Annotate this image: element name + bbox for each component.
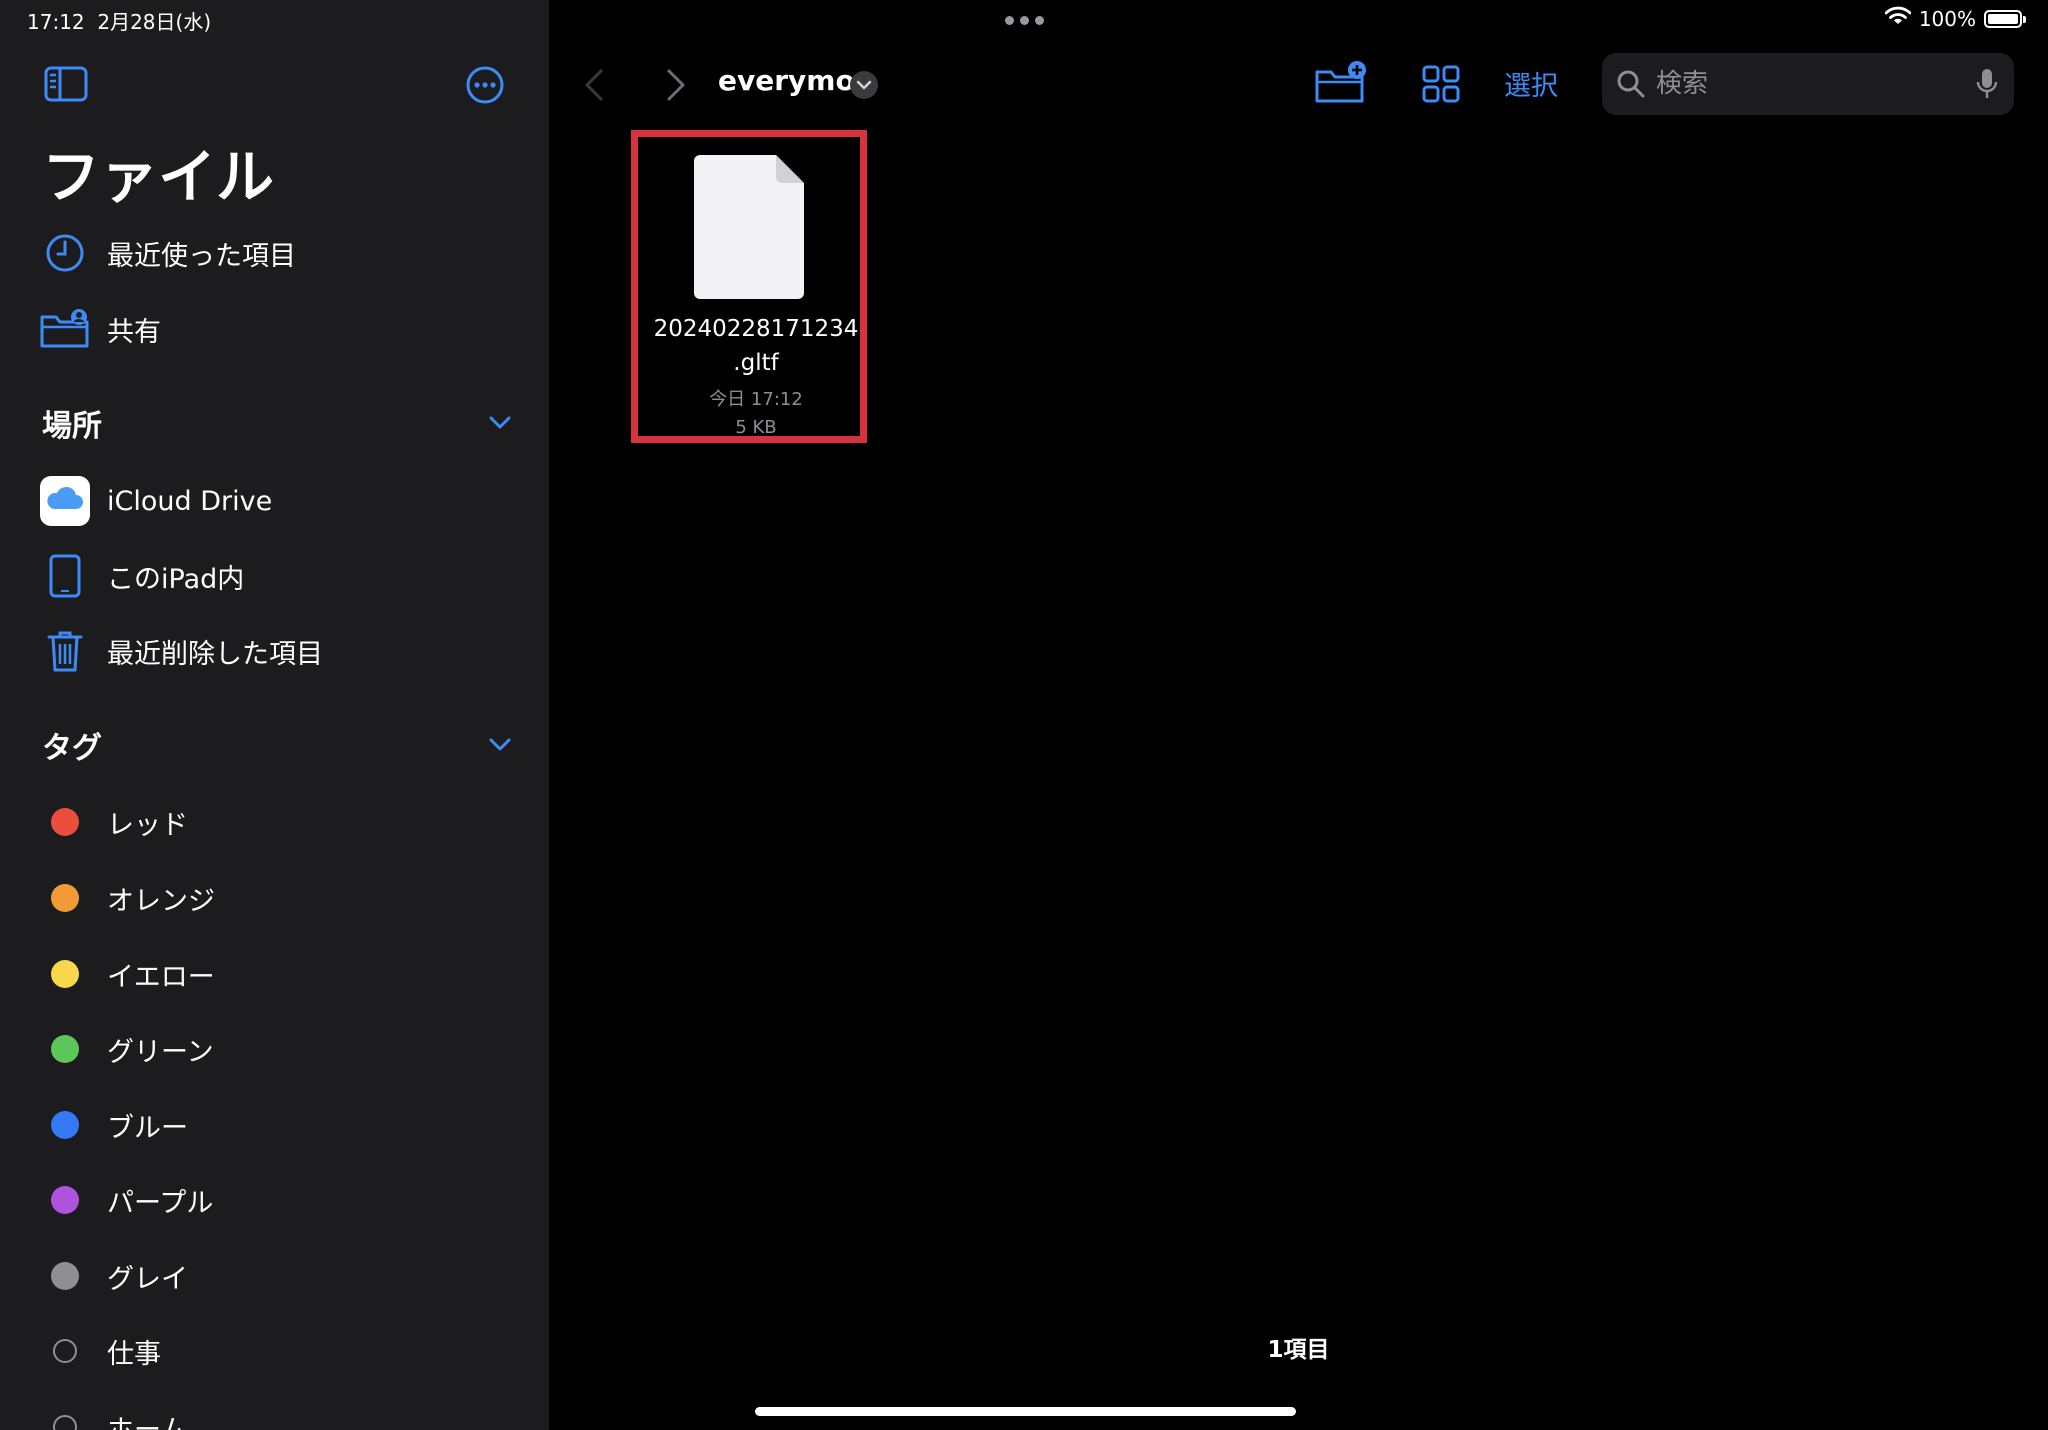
sidebar-item-on-my-ipad[interactable]: このiPad内 <box>0 543 549 609</box>
chevron-down-icon <box>488 732 512 760</box>
sidebar-item-label: グリーン <box>107 1036 214 1068</box>
purple-tag-dot-icon <box>51 1186 79 1214</box>
sidebar-item-label: 最近使った項目 <box>107 240 296 272</box>
empty-tag-circle-icon <box>53 1339 77 1363</box>
file-name-line2: .gltf <box>733 350 779 376</box>
sidebar-item-label: ブルー <box>107 1112 188 1144</box>
search-icon <box>1616 69 1646 99</box>
status-bar-right: 100% <box>1884 6 2026 31</box>
sidebar-item-label: グレイ <box>107 1263 188 1295</box>
empty-tag-circle-icon <box>53 1415 77 1430</box>
tags-section-header[interactable]: タグ <box>42 720 512 770</box>
icloud-icon <box>38 474 92 528</box>
multitasking-dots-icon[interactable] <box>1005 16 1044 25</box>
sidebar-item-tag-red[interactable]: レッド <box>0 789 549 855</box>
forward-chevron-icon[interactable] <box>661 66 691 104</box>
item-count: 1項目 <box>1267 1337 1330 1363</box>
gray-tag-dot-icon <box>51 1262 79 1290</box>
sidebar-item-label: このiPad内 <box>107 563 245 595</box>
sidebar-item-label: 仕事 <box>107 1338 161 1370</box>
status-time-date: 17:12 2月28日(水) <box>27 6 211 35</box>
sidebar-item-tag-orange[interactable]: オレンジ <box>0 865 549 931</box>
new-folder-icon[interactable] <box>1314 60 1368 104</box>
sidebar-item-tag-yellow[interactable]: イエロー <box>0 941 549 1007</box>
status-date: 2月28日(水) <box>97 10 212 34</box>
section-title: 場所 <box>42 409 102 444</box>
more-options-icon[interactable] <box>464 64 506 106</box>
green-tag-dot-icon <box>51 1035 79 1063</box>
file-item-gltf[interactable]: 20240228171234 .gltf 今日 17:12 5 KB <box>631 130 867 443</box>
locations-section-header[interactable]: 場所 <box>42 398 512 448</box>
sidebar-item-tag-home[interactable]: ホーム <box>0 1394 549 1430</box>
sidebar-item-label: 共有 <box>107 316 161 348</box>
sidebar-item-icloud-drive[interactable]: iCloud Drive <box>0 468 549 534</box>
trash-icon <box>38 624 92 678</box>
sidebar-title: ファイル <box>42 143 275 211</box>
clock-icon <box>38 226 92 280</box>
sidebar-item-label: オレンジ <box>107 885 215 917</box>
red-tag-dot-icon <box>51 808 79 836</box>
sidebar-item-tag-purple[interactable]: パープル <box>0 1167 549 1233</box>
sidebar-item-shared[interactable]: 共有 <box>0 296 549 362</box>
section-title: タグ <box>42 731 102 766</box>
yellow-tag-dot-icon <box>51 960 79 988</box>
shared-folder-icon <box>38 302 92 356</box>
file-date: 今日 17:12 <box>709 389 803 410</box>
sidebar-toggle-icon[interactable] <box>44 66 88 102</box>
sidebar-item-label: レッド <box>107 809 188 841</box>
sidebar-item-label: iCloud Drive <box>107 485 273 517</box>
sidebar-item-label: ホーム <box>107 1414 188 1430</box>
file-name: 20240228171234 .gltf <box>638 312 874 380</box>
battery-icon <box>1984 9 2026 28</box>
search-input[interactable] <box>1654 68 1958 100</box>
grid-view-icon[interactable] <box>1421 64 1461 104</box>
sidebar-item-label: パープル <box>107 1187 214 1219</box>
document-icon <box>694 155 804 303</box>
chevron-down-icon <box>488 410 512 438</box>
back-chevron-icon[interactable] <box>579 66 609 104</box>
status-time: 17:12 <box>27 10 85 34</box>
battery-percent: 100% <box>1918 6 1976 31</box>
folder-menu-chevron-icon[interactable] <box>849 70 879 100</box>
search-bar[interactable] <box>1602 53 2014 115</box>
sidebar-item-label: 最近削除した項目 <box>107 638 323 670</box>
sidebar-item-tag-blue[interactable]: ブルー <box>0 1092 549 1158</box>
microphone-icon[interactable] <box>1976 68 1998 100</box>
sidebar-item-tag-gray[interactable]: グレイ <box>0 1243 549 1309</box>
wifi-icon <box>1884 6 1912 31</box>
file-name-line1: 20240228171234 <box>653 316 859 342</box>
sidebar: 17:12 2月28日(水) ファイル 最近使った項目 共有 場所 iCloud… <box>0 0 549 1430</box>
main-content: 100% everymo 選択 20240228171234 .gltf <box>549 0 2048 1430</box>
select-button[interactable]: 選択 <box>1504 64 1558 103</box>
blue-tag-dot-icon <box>51 1111 79 1139</box>
orange-tag-dot-icon <box>51 884 79 912</box>
sidebar-item-tag-work[interactable]: 仕事 <box>0 1318 549 1384</box>
sidebar-item-tag-green[interactable]: グリーン <box>0 1016 549 1082</box>
home-indicator[interactable] <box>755 1407 1296 1416</box>
sidebar-item-recents[interactable]: 最近使った項目 <box>0 220 549 286</box>
sidebar-item-recently-deleted[interactable]: 最近削除した項目 <box>0 618 549 684</box>
folder-title[interactable]: everymo <box>718 64 855 97</box>
sidebar-item-label: イエロー <box>107 961 215 993</box>
ipad-icon <box>38 549 92 603</box>
file-size: 5 KB <box>735 417 777 438</box>
